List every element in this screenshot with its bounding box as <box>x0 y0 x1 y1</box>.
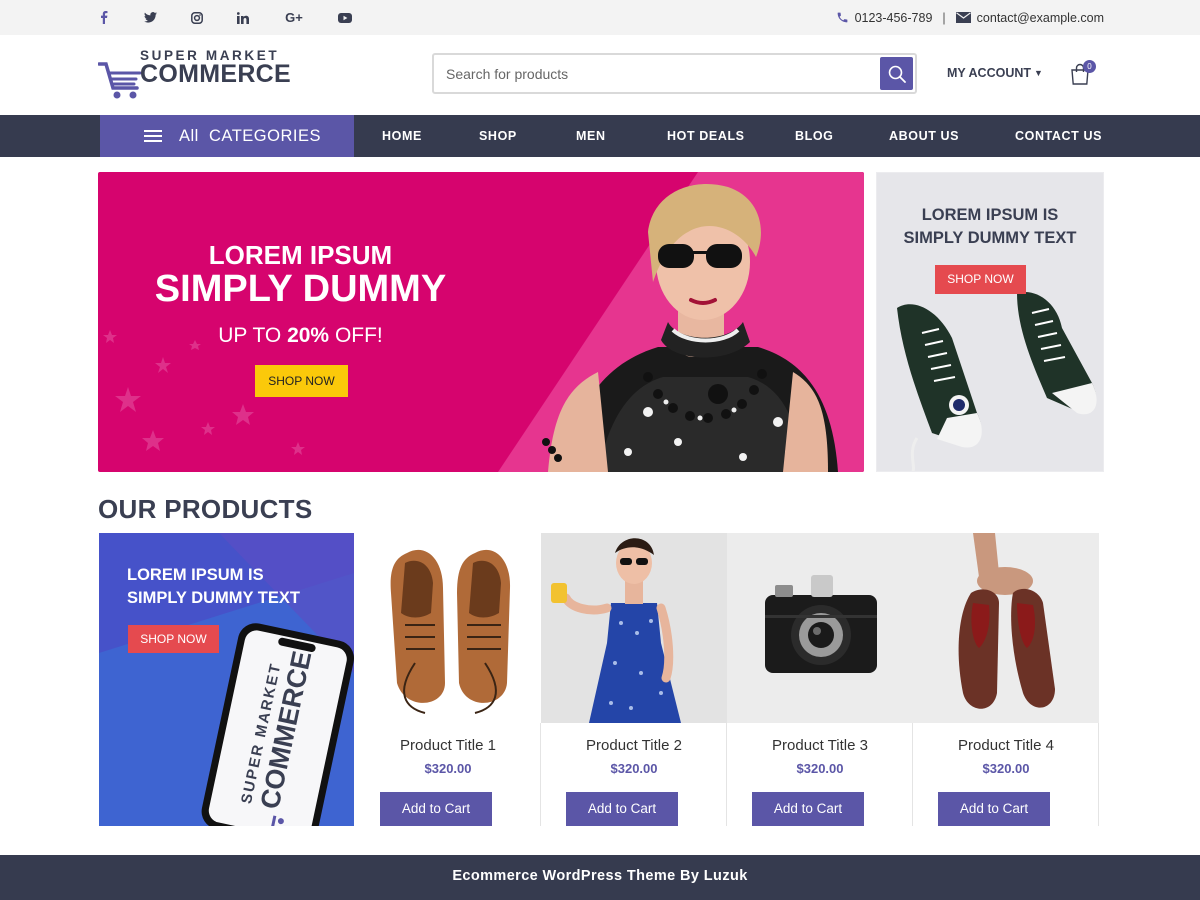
side-promo-banner[interactable]: LOREM IPSUM IS SIMPLY DUMMY TEXT SHOP NOW <box>876 172 1104 472</box>
product-image[interactable] <box>727 533 913 723</box>
our-products-heading: OUR PRODUCTS <box>98 494 313 524</box>
blue-dress-model-image <box>541 533 727 723</box>
hero-offer: UP TO 20% OFF! <box>218 324 383 347</box>
phone-number[interactable]: 0123-456-789 <box>855 11 933 25</box>
product-image[interactable] <box>913 533 1099 723</box>
products-promo-banner[interactable]: SUPER MARKET COMMERCE LOREM IPSUM IS SIMP… <box>99 533 354 826</box>
product-card: Product Title 1 $320.00 Add to Cart <box>355 533 541 826</box>
hero-headline: SIMPLY DUMMY <box>154 268 447 310</box>
youtube-icon[interactable] <box>333 0 357 35</box>
caret-down-icon: ▼ <box>1034 68 1043 78</box>
promo-title: LOREM IPSUM IS SIMPLY DUMMY TEXT <box>127 566 300 607</box>
top-bar: G+ 0123-456-789 | contact@example.com <box>0 0 1200 35</box>
phone-icon <box>836 11 849 24</box>
sneakers-image <box>897 292 1097 471</box>
logo-cart-icon <box>98 62 142 99</box>
footer-credit[interactable]: Ecommerce WordPress Theme By Luzuk <box>452 868 747 884</box>
cart-button[interactable]: 0 <box>1070 60 1096 89</box>
product-price: $320.00 <box>424 761 472 776</box>
vintage-camera-image <box>727 533 913 723</box>
nav-item-men[interactable]: MEN <box>576 115 606 157</box>
product-title[interactable]: Product Title 4 <box>913 737 1099 754</box>
all-categories-label: All CATEGORIES <box>179 126 321 145</box>
product-image[interactable] <box>355 533 541 723</box>
add-to-cart-button[interactable]: Add to Cart <box>752 792 864 826</box>
product-title[interactable]: Product Title 2 <box>541 737 727 754</box>
search-icon <box>888 65 906 83</box>
product-price: $320.00 <box>982 761 1030 776</box>
nav-item-blog[interactable]: BLOG <box>795 115 834 157</box>
all-categories-button[interactable]: All CATEGORIES <box>100 115 354 157</box>
product-card: Product Title 3 $320.00 Add to Cart <box>727 533 913 826</box>
product-title[interactable]: Product Title 1 <box>355 737 541 754</box>
hero-banner[interactable]: LOREM IPSUM SIMPLY DUMMY UP TO 20% OFF! … <box>98 172 864 472</box>
add-to-cart-button[interactable]: Add to Cart <box>566 792 678 826</box>
product-price: $320.00 <box>610 761 658 776</box>
my-account-dropdown[interactable]: MY ACCOUNT ▼ <box>947 66 1043 80</box>
contact-info: 0123-456-789 | contact@example.com <box>836 0 1104 35</box>
site-footer: Ecommerce WordPress Theme By Luzuk <box>0 855 1200 900</box>
product-card: Product Title 4 $320.00 Add to Cart <box>913 533 1099 826</box>
site-header: SUPER MARKET COMMERCE MY ACCOUNT ▼ 0 <box>0 35 1200 115</box>
search-button[interactable] <box>880 57 913 90</box>
instagram-icon[interactable] <box>185 0 209 35</box>
hamburger-icon <box>144 130 162 142</box>
hero-offer-percent: 20% <box>287 324 330 347</box>
linkedin-icon[interactable] <box>231 0 255 35</box>
search-box <box>432 53 917 94</box>
mail-icon <box>955 12 971 23</box>
product-image[interactable] <box>541 533 727 723</box>
add-to-cart-button[interactable]: Add to Cart <box>380 792 492 826</box>
product-card: Product Title 2 $320.00 Add to Cart <box>541 533 727 826</box>
cart-count-badge: 0 <box>1083 60 1096 73</box>
nav-item-contact-us[interactable]: CONTACT US <box>1015 115 1102 157</box>
hero-line-1: LOREM IPSUM <box>208 240 393 270</box>
search-input[interactable] <box>446 64 866 84</box>
product-price: $320.00 <box>796 761 844 776</box>
promo-shop-now-button[interactable]: SHOP NOW <box>128 625 219 653</box>
logo-brand: COMMERCE <box>140 60 292 88</box>
nav-item-shop[interactable]: SHOP <box>479 115 517 157</box>
main-navigation: All CATEGORIES HOME SHOP MEN HOT DEALS B… <box>0 115 1200 157</box>
side-banner-title: LOREM IPSUM IS SIMPLY DUMMY TEXT <box>903 206 1077 247</box>
hero-shop-now-button[interactable]: SHOP NOW <box>255 365 348 397</box>
product-title[interactable]: Product Title 3 <box>727 737 913 754</box>
hero-model-image <box>542 184 838 472</box>
nav-item-hot-deals[interactable]: HOT DEALS <box>667 115 745 157</box>
my-account-label: MY ACCOUNT <box>947 66 1032 80</box>
brown-shoes-image <box>355 533 541 723</box>
facebook-icon[interactable] <box>92 0 116 35</box>
nav-item-about-us[interactable]: ABOUT US <box>889 115 959 157</box>
side-banner-shop-now-button[interactable]: SHOP NOW <box>935 265 1026 294</box>
google-plus-icon[interactable]: G+ <box>282 0 306 35</box>
leather-shoes-in-hand-image <box>913 533 1099 723</box>
contact-separator: | <box>942 10 946 25</box>
add-to-cart-button[interactable]: Add to Cart <box>938 792 1050 826</box>
site-logo[interactable]: SUPER MARKET COMMERCE <box>98 46 292 104</box>
nav-item-home[interactable]: HOME <box>382 115 422 157</box>
twitter-icon[interactable] <box>138 0 162 35</box>
email-address[interactable]: contact@example.com <box>977 11 1104 25</box>
